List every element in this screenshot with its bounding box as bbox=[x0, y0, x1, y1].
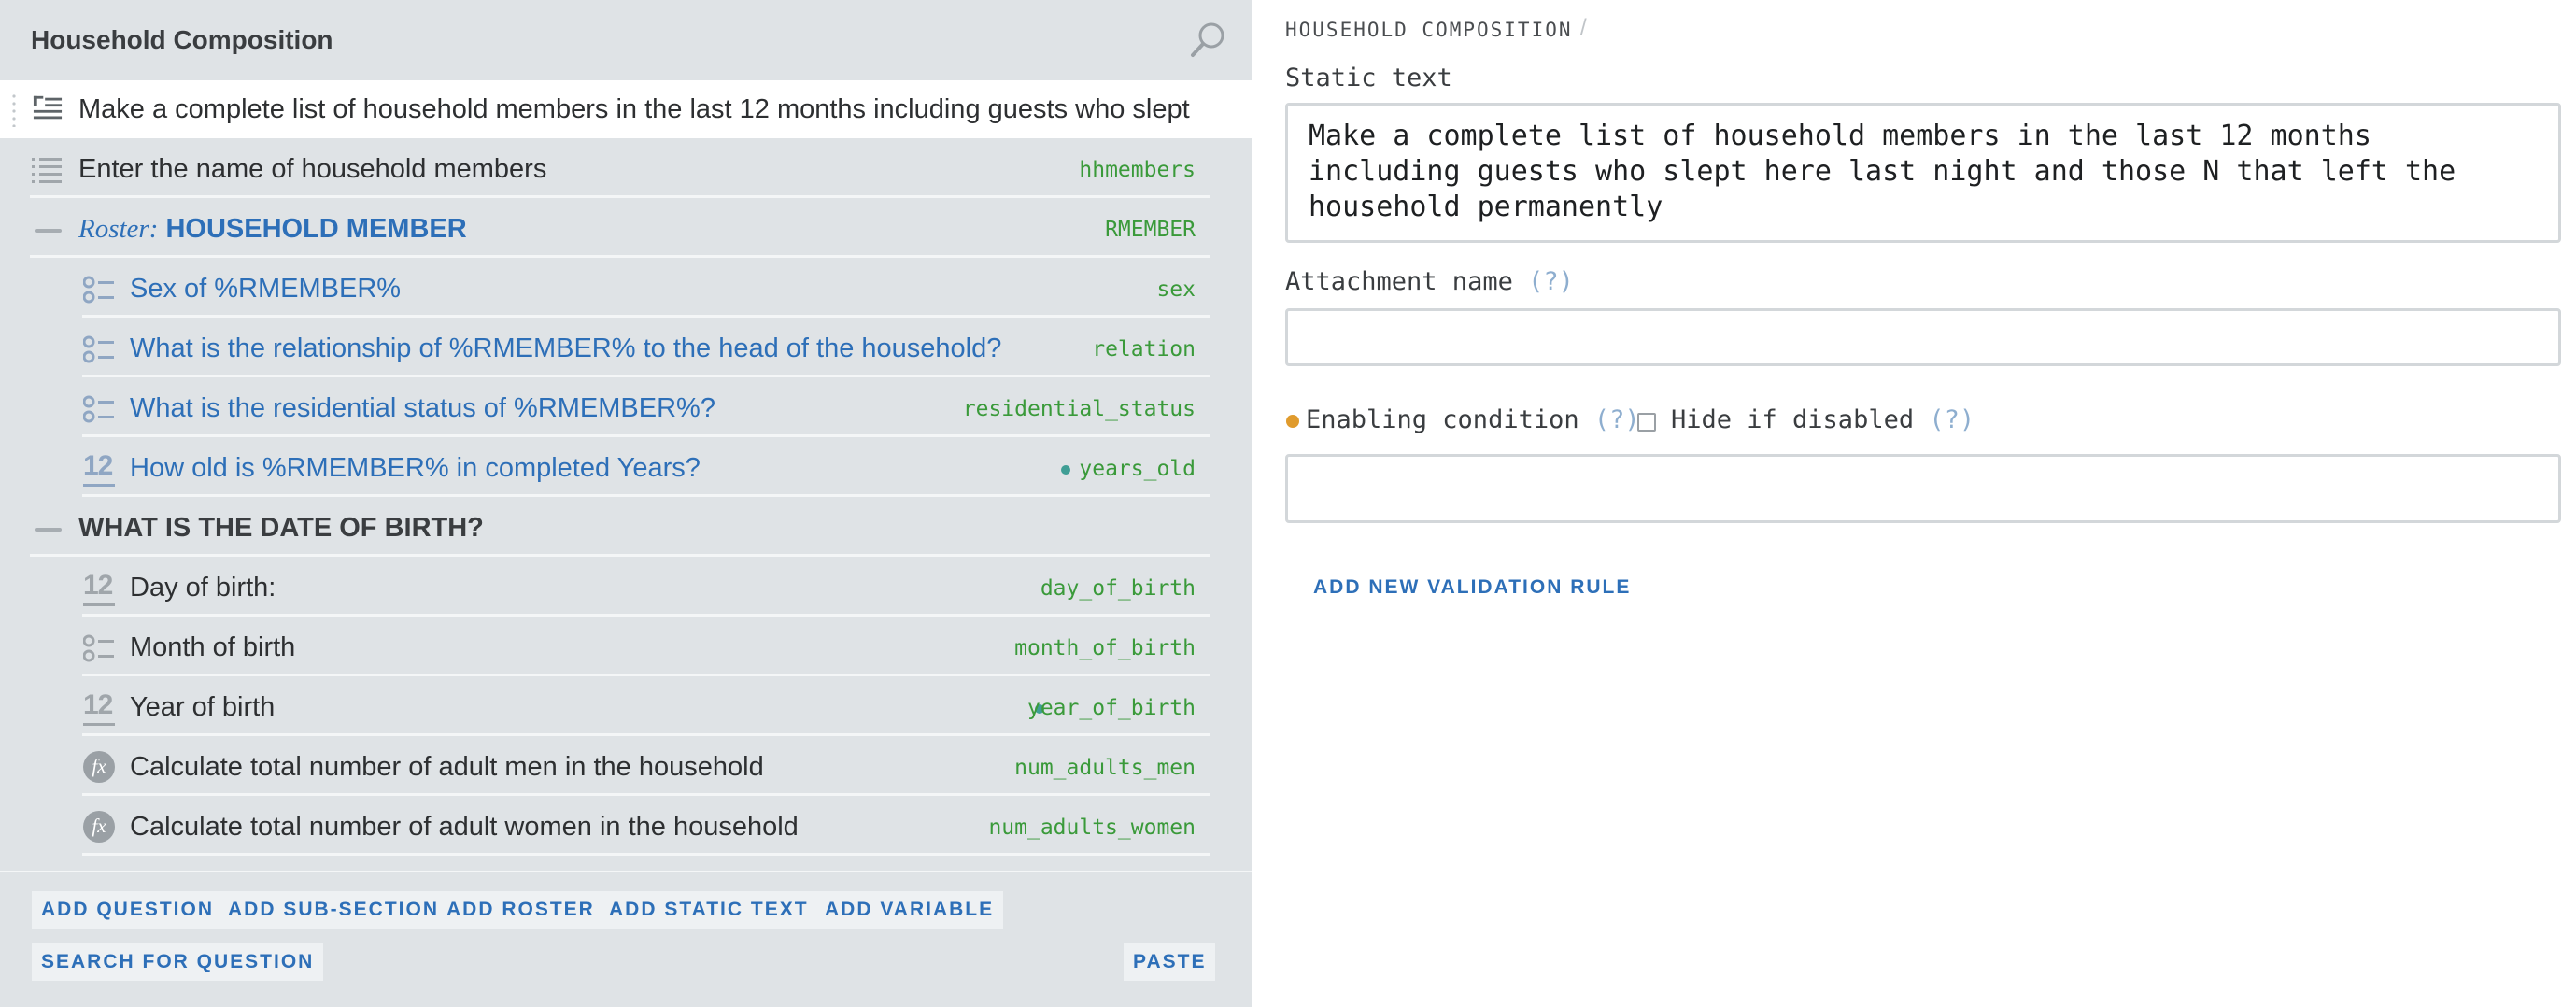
help-icon[interactable]: (?) bbox=[1929, 405, 1974, 434]
tree-item-label: WHAT IS THE DATE OF BIRTH? bbox=[78, 513, 484, 543]
tree-item-roster[interactable]: Roster: HOUSEHOLD MEMBER RMEMBER bbox=[30, 200, 1210, 258]
collapse-icon[interactable] bbox=[35, 229, 62, 233]
static-text-value[interactable]: Make a complete list of household member… bbox=[1309, 119, 2532, 225]
drag-handle-icon[interactable] bbox=[11, 93, 17, 127]
hide-if-disabled-text: Hide if disabled bbox=[1671, 405, 1915, 434]
condition-dot bbox=[1061, 465, 1070, 475]
tree-item-question[interactable]: What is the residential status of %RMEMB… bbox=[82, 379, 1210, 437]
variable-name: residential_status bbox=[962, 397, 1196, 421]
add-validation-rule-button[interactable]: ADD NEW VALIDATION RULE bbox=[1313, 576, 1631, 599]
tree-item-label: Day of birth: bbox=[130, 573, 276, 603]
variable-fx-icon: fx bbox=[83, 751, 115, 783]
collapse-icon[interactable] bbox=[35, 528, 62, 532]
tree-item-label: Calculate total number of adult men in t… bbox=[130, 752, 764, 782]
breadcrumb-separator: / bbox=[1580, 15, 1587, 40]
breadcrumb[interactable]: HOUSEHOLD COMPOSITION bbox=[1285, 19, 1573, 41]
variable-name: month_of_birth bbox=[1014, 636, 1196, 660]
tree-item-question[interactable]: 12 Day of birth: day_of_birth bbox=[82, 559, 1210, 617]
tree-item-variable[interactable]: fx Calculate total number of adult women… bbox=[82, 798, 1210, 856]
numeric-icon: 12 bbox=[83, 570, 115, 606]
section-header: Household Composition bbox=[0, 0, 1252, 78]
tree-item-label: Enter the name of household members bbox=[78, 154, 547, 184]
single-select-icon bbox=[83, 335, 114, 363]
list-question-icon bbox=[32, 158, 62, 183]
roster-name: HOUSEHOLD MEMBER bbox=[165, 214, 467, 244]
hide-if-disabled-checkbox[interactable] bbox=[1637, 413, 1656, 432]
tree-item-label: Year of birth bbox=[130, 692, 276, 722]
tree-item-variable[interactable]: fx Calculate total number of adult men i… bbox=[82, 738, 1210, 796]
variable-name: hhmembers bbox=[1079, 158, 1196, 182]
search-icon[interactable] bbox=[1188, 19, 1229, 60]
enabling-condition-label: Enabling condition (?) bbox=[1306, 405, 1640, 434]
add-variable-button[interactable]: ADD VARIABLE bbox=[815, 891, 1004, 929]
numeric-icon: 12 bbox=[83, 450, 115, 487]
tree-item-label: What is the relationship of %RMEMBER% to… bbox=[130, 333, 1002, 363]
tree-item-label: Make a complete list of household member… bbox=[78, 94, 1196, 124]
tree-item-question[interactable]: Month of birth month_of_birth bbox=[82, 618, 1210, 676]
variable-name: num_adults_men bbox=[1014, 756, 1196, 780]
condition-indicator-dot bbox=[1286, 415, 1299, 428]
static-text-field[interactable]: Make a complete list of household member… bbox=[1285, 103, 2561, 243]
help-icon[interactable]: (?) bbox=[1528, 267, 1574, 296]
static-text-label: Static text bbox=[1285, 64, 1452, 92]
variable-name: years_old bbox=[1079, 457, 1196, 481]
variable-name: day_of_birth bbox=[1040, 576, 1196, 601]
tree-item-question[interactable]: 12 Year of birth year_of_birth bbox=[82, 678, 1210, 736]
tree-item-group[interactable]: WHAT IS THE DATE OF BIRTH? bbox=[30, 499, 1210, 557]
attachment-name-label: Attachment name (?) bbox=[1285, 267, 1574, 296]
tree-item-question[interactable]: 12 How old is %RMEMBER% in completed Yea… bbox=[82, 439, 1210, 497]
search-for-question-button[interactable]: SEARCH FOR QUESTION bbox=[32, 943, 324, 981]
questionnaire-tree-panel: Household Composition Make a complete li… bbox=[0, 0, 1252, 1007]
tree-item-static-text[interactable]: Make a complete list of household member… bbox=[0, 80, 1252, 138]
numeric-icon: 12 bbox=[83, 689, 115, 726]
hide-if-disabled-label: Hide if disabled (?) bbox=[1671, 405, 1974, 434]
section-title: Household Composition bbox=[31, 25, 333, 54]
enabling-condition-input[interactable] bbox=[1285, 454, 2561, 523]
static-text-icon bbox=[33, 95, 63, 120]
enabling-condition-text: Enabling condition bbox=[1306, 405, 1579, 434]
help-icon[interactable]: (?) bbox=[1594, 405, 1640, 434]
tree-item-question[interactable]: Enter the name of household members hhme… bbox=[30, 140, 1210, 198]
add-static-text-button[interactable]: ADD STATIC TEXT bbox=[600, 891, 818, 929]
tree-item-label: What is the residential status of %RMEMB… bbox=[130, 393, 715, 423]
tree-item-label: Calculate total number of adult women in… bbox=[130, 812, 799, 842]
variable-name: sex bbox=[1156, 277, 1196, 302]
add-question-button[interactable]: ADD QUESTION bbox=[32, 891, 224, 929]
tree-item-label: How old is %RMEMBER% in completed Years? bbox=[130, 453, 701, 483]
static-text-editor: HOUSEHOLD COMPOSITION / Static text Make… bbox=[1252, 0, 2576, 1007]
add-roster-button[interactable]: ADD ROSTER bbox=[437, 891, 604, 929]
tree-actions: ADD QUESTION ADD SUB-SECTION ADD ROSTER … bbox=[0, 871, 1252, 1007]
tree-item-label: Roster: HOUSEHOLD MEMBER bbox=[78, 212, 467, 246]
paste-button[interactable]: PASTE bbox=[1124, 943, 1216, 981]
variable-name: RMEMBER bbox=[1105, 218, 1196, 242]
variable-fx-icon: fx bbox=[83, 811, 115, 843]
tree-item-question[interactable]: Sex of %RMEMBER% sex bbox=[82, 260, 1210, 318]
variable-name: year_of_birth bbox=[1026, 696, 1196, 720]
attachment-name-input[interactable] bbox=[1285, 308, 2561, 366]
tree-item-label: Sex of %RMEMBER% bbox=[130, 274, 402, 304]
roster-prefix: Roster: bbox=[78, 214, 159, 244]
single-select-icon bbox=[83, 276, 114, 304]
tree-item-question[interactable]: What is the relationship of %RMEMBER% to… bbox=[82, 319, 1210, 377]
variable-name: relation bbox=[1092, 337, 1196, 362]
attachment-name-text: Attachment name bbox=[1285, 267, 1513, 296]
single-select-icon bbox=[83, 634, 114, 662]
single-select-icon bbox=[83, 395, 114, 423]
add-sub-section-button[interactable]: ADD SUB-SECTION bbox=[219, 891, 449, 929]
variable-name: num_adults_women bbox=[988, 816, 1196, 840]
tree-item-label: Month of birth bbox=[130, 632, 296, 662]
